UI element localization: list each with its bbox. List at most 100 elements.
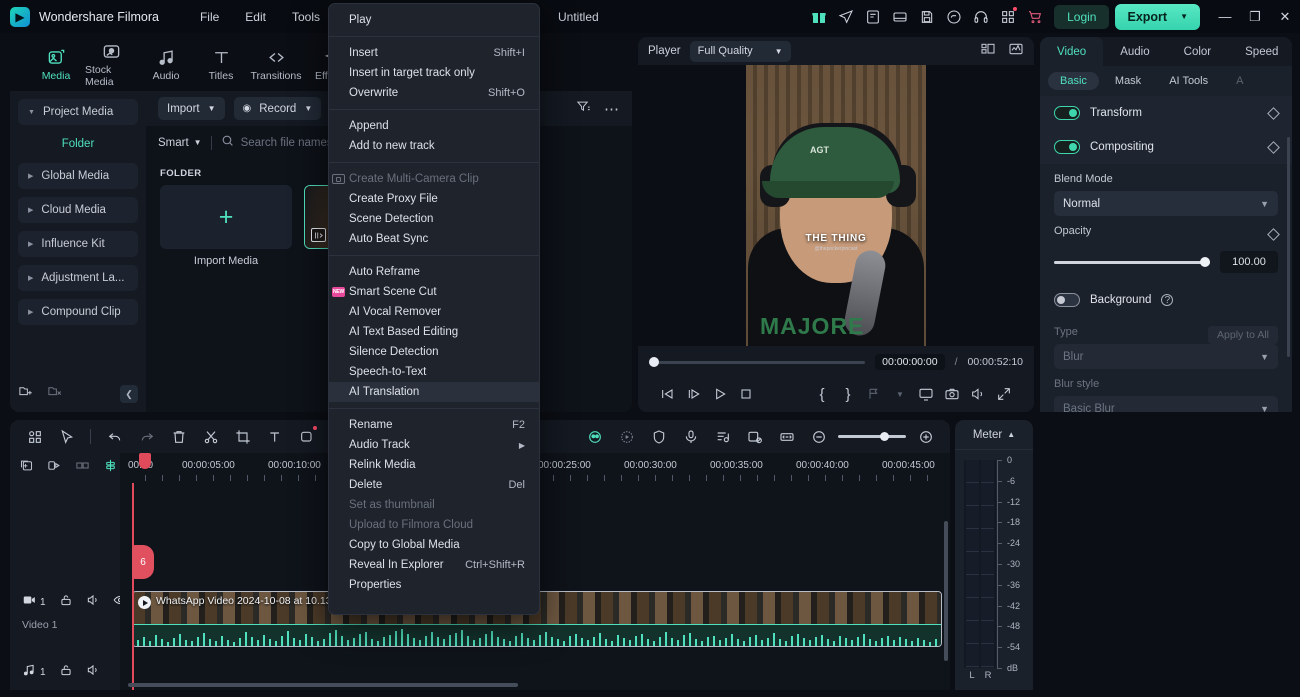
scope-icon[interactable] [1008, 41, 1024, 62]
timeline-vertical-scrollbar[interactable] [944, 521, 948, 661]
mark-in-button[interactable]: { [809, 383, 835, 405]
chevron-up-icon[interactable]: ▲ [1007, 430, 1015, 439]
import-media-tile[interactable]: + Import Media [160, 185, 292, 267]
maximize-button[interactable]: ❐ [1240, 0, 1270, 33]
current-timecode[interactable]: 00:00:00:00 [875, 354, 945, 370]
subtab-ai-tools[interactable]: AI Tools [1157, 72, 1220, 90]
gift-icon[interactable] [805, 3, 832, 30]
cloud-icon[interactable] [940, 3, 967, 30]
transform-keyframe-icon[interactable] [1267, 106, 1280, 120]
expand-button[interactable] [991, 383, 1017, 405]
mark-out-button[interactable]: } [835, 383, 861, 405]
split-icon[interactable] [198, 424, 223, 449]
background-toggle[interactable] [1054, 293, 1080, 307]
audio-mixer-icon[interactable] [710, 424, 735, 449]
more-options-icon[interactable]: ⋯ [604, 100, 620, 118]
lock-track-icon[interactable] [59, 593, 73, 612]
shape-icon[interactable] [294, 424, 319, 449]
headset-icon[interactable] [967, 3, 994, 30]
filter-icon[interactable] [576, 99, 591, 119]
delete-icon[interactable] [166, 424, 191, 449]
undo-icon[interactable] [102, 424, 127, 449]
close-button[interactable]: ✕ [1270, 0, 1300, 33]
cart-icon[interactable] [1021, 3, 1048, 30]
opacity-value[interactable]: 100.00 [1220, 251, 1278, 273]
ctx-silence-detection[interactable]: Silence Detection [329, 342, 539, 362]
meter-header[interactable]: Meter ▲ [955, 420, 1033, 450]
tab-transitions[interactable]: Transitions [250, 46, 302, 82]
compositing-toggle[interactable] [1054, 140, 1080, 154]
ctx-copy-to-global-media[interactable]: Copy to Global Media [329, 535, 539, 555]
snapshot-button[interactable] [939, 383, 965, 405]
export-button[interactable]: Export ▼ [1115, 3, 1200, 30]
play-button[interactable] [707, 383, 733, 405]
zoom-in-icon[interactable] [913, 424, 938, 449]
ctx-reveal-in-explorer[interactable]: Reveal In Explorer Ctrl+Shift+R [329, 555, 539, 575]
smart-filter-dropdown[interactable]: Smart ▼ [158, 137, 202, 149]
tab-audio[interactable]: Audio [140, 46, 192, 82]
group-icon[interactable] [47, 458, 62, 478]
playhead[interactable]: 6 [132, 453, 154, 690]
auto-sync-icon[interactable] [103, 458, 118, 478]
tree-item-folder[interactable]: Folder [18, 133, 138, 155]
ctx-ai-text-based-editing[interactable]: AI Text Based Editing [329, 322, 539, 342]
transform-toggle[interactable] [1054, 106, 1080, 120]
ctx-overwrite[interactable]: Overwrite Shift+O [329, 83, 539, 103]
motion-tracking-icon[interactable] [614, 424, 639, 449]
stabilization-icon[interactable] [646, 424, 671, 449]
redo-icon[interactable] [134, 424, 159, 449]
markers-dropdown-icon[interactable]: ▼ [887, 383, 913, 405]
volume-button[interactable] [965, 383, 991, 405]
tree-item-global-media[interactable]: ▶ Global Media [18, 163, 138, 189]
tab-color[interactable]: Color [1167, 37, 1228, 66]
new-folder-icon[interactable] [18, 384, 33, 404]
record-button[interactable]: ◉ Record ▼ [233, 97, 322, 120]
add-track-icon[interactable] [19, 458, 34, 478]
tree-item-influence-kit[interactable]: ▶ Influence Kit [18, 231, 138, 257]
blur-style-dropdown[interactable]: Basic Blur ▼ [1054, 396, 1278, 412]
markers-button[interactable] [861, 383, 887, 405]
ctx-insert-target-track[interactable]: Insert in target track only [329, 63, 539, 83]
ctx-create-proxy-file[interactable]: Create Proxy File [329, 189, 539, 209]
ctx-auto-beat-sync[interactable]: Auto Beat Sync [329, 229, 539, 249]
help-icon[interactable]: ? [1161, 294, 1174, 306]
subtab-more[interactable]: A [1224, 72, 1255, 90]
text-icon[interactable] [262, 424, 287, 449]
blend-mode-dropdown[interactable]: Normal ▼ [1054, 191, 1278, 216]
stop-button[interactable] [733, 383, 759, 405]
tree-item-project-media[interactable]: ▼ Project Media [18, 99, 138, 125]
seek-slider[interactable] [649, 357, 866, 367]
ctx-append[interactable]: Append [329, 116, 539, 136]
save-icon[interactable] [913, 3, 940, 30]
ai-mask-icon[interactable] [582, 424, 607, 449]
ctx-relink-media[interactable]: Relink Media [329, 455, 539, 475]
subtab-basic[interactable]: Basic [1048, 72, 1099, 90]
voiceover-icon[interactable] [678, 424, 703, 449]
tree-item-cloud-media[interactable]: ▶ Cloud Media [18, 197, 138, 223]
tab-speed[interactable]: Speed [1228, 37, 1292, 66]
apply-to-all-button[interactable]: Apply to All [1208, 326, 1278, 344]
send-icon[interactable] [832, 3, 859, 30]
zoom-out-icon[interactable] [806, 424, 831, 449]
tab-video[interactable]: Video [1040, 37, 1104, 66]
layout-grid-icon[interactable] [980, 41, 996, 62]
playhead-handle[interactable] [139, 453, 151, 469]
grid-view-icon[interactable] [22, 424, 47, 449]
mute-track-icon[interactable] [86, 663, 100, 682]
timeline-horizontal-scrollbar[interactable] [128, 683, 518, 687]
fullscreen-display-button[interactable] [913, 383, 939, 405]
seek-handle[interactable] [649, 357, 659, 367]
login-button[interactable]: Login [1054, 4, 1110, 29]
zoom-slider[interactable] [838, 431, 906, 441]
opacity-keyframe-icon[interactable] [1267, 227, 1280, 241]
next-frame-button[interactable] [681, 383, 707, 405]
menu-tools[interactable]: Tools [279, 5, 333, 29]
crop-icon[interactable] [230, 424, 255, 449]
import-button[interactable]: Import ▼ [158, 97, 225, 120]
ctx-audio-track[interactable]: Audio Track ▶ [329, 435, 539, 455]
tree-item-adjustment-layer[interactable]: ▶ Adjustment La... [18, 265, 138, 291]
ctx-rename[interactable]: Rename F2 [329, 415, 539, 435]
ctx-insert[interactable]: Insert Shift+I [329, 43, 539, 63]
panel-icon[interactable] [886, 3, 913, 30]
ctx-auto-reframe[interactable]: Auto Reframe [329, 262, 539, 282]
